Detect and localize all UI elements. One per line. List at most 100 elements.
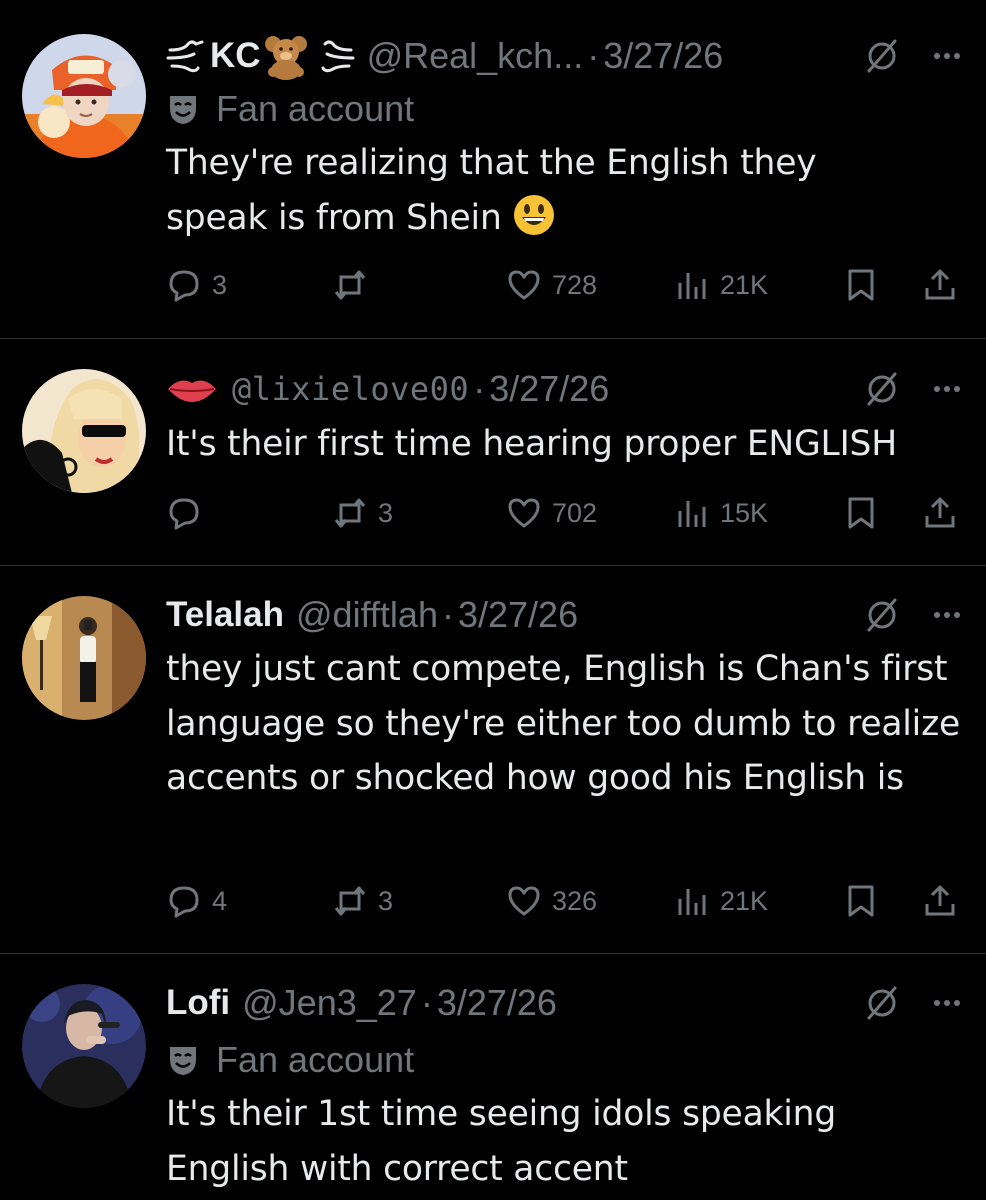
fan-account-label: Fan account xyxy=(216,1039,415,1080)
avatar-kc[interactable] xyxy=(22,34,146,158)
tweet-header: @lixielove00 · 3/27/26 xyxy=(166,365,964,413)
date[interactable]: 3/27/26 xyxy=(458,594,578,636)
tweet-kc[interactable]: KC @Real_kch... · 3/27/26 Fan account Th… xyxy=(0,0,986,338)
repost-button[interactable]: 3 xyxy=(332,879,393,923)
views-button[interactable]: 21K xyxy=(674,263,768,307)
reply-icon xyxy=(169,498,199,530)
bookmark-button[interactable] xyxy=(843,879,879,923)
repost-icon xyxy=(334,270,366,300)
date[interactable]: 3/27/26 xyxy=(437,982,557,1024)
view-count: 21K xyxy=(720,269,769,300)
tweet-header: Lofi @Jen3_27 · 3/27/26 xyxy=(166,979,964,1027)
views-icon xyxy=(678,889,706,915)
like-icon xyxy=(508,498,540,528)
teddy-bear-emoji-icon xyxy=(264,36,307,80)
avatar-image xyxy=(22,984,146,1108)
like-button[interactable]: 702 xyxy=(506,491,597,535)
tweet-header: Telalah @difftlah · 3/27/26 xyxy=(166,591,964,639)
reply-button[interactable]: 3 xyxy=(166,263,227,307)
tweet-text: It's their 1st time seeing idols speakin… xyxy=(166,1094,837,1189)
display-name[interactable]: Lofi xyxy=(166,983,230,1023)
like-button[interactable]: 728 xyxy=(506,263,597,307)
display-name[interactable]: KC xyxy=(210,36,261,76)
separator-dot: · xyxy=(420,982,433,1023)
avatar-image xyxy=(22,34,146,158)
grok-icon[interactable] xyxy=(864,985,900,1021)
handle[interactable]: @difftlah xyxy=(296,594,438,636)
like-count: 702 xyxy=(552,497,598,528)
fan-mask-icon xyxy=(170,96,196,124)
tweet-telalah[interactable]: Telalah @difftlah · 3/27/26 they just ca… xyxy=(0,565,986,953)
action-bar: 3 702 15K xyxy=(166,491,964,535)
share-button[interactable] xyxy=(922,491,958,535)
fan-account-badge: Fan account xyxy=(166,1037,414,1083)
avatar-image xyxy=(22,369,146,493)
action-bar: 3 728 21K xyxy=(166,263,964,307)
reply-icon xyxy=(169,270,199,302)
tweet-lofi[interactable]: Lofi @Jen3_27 · 3/27/26 Fan account It's… xyxy=(0,953,986,1200)
reply-button[interactable]: 4 xyxy=(166,879,227,923)
bookmark-button[interactable] xyxy=(843,491,879,535)
share-icon xyxy=(925,885,955,916)
share-button[interactable] xyxy=(922,879,958,923)
bookmark-icon xyxy=(848,269,874,301)
share-icon xyxy=(925,269,955,300)
fan-account-badge: Fan account xyxy=(166,86,414,132)
reply-icon xyxy=(169,886,199,918)
fan-mask-icon xyxy=(170,1047,196,1075)
more-icon[interactable] xyxy=(930,986,964,1020)
display-name[interactable]: Telalah xyxy=(166,595,284,635)
like-icon xyxy=(508,270,540,300)
separator-dot: · xyxy=(441,594,454,635)
repost-button[interactable]: 3 xyxy=(332,491,393,535)
avatar-telalah[interactable] xyxy=(22,596,146,720)
smiley-emoji-icon xyxy=(513,194,554,235)
views-button[interactable]: 15K xyxy=(674,491,768,535)
repost-count: 3 xyxy=(378,497,394,528)
fan-account-label: Fan account xyxy=(216,88,415,129)
bookmark-icon xyxy=(848,885,874,917)
wind-emoji-icon xyxy=(166,40,204,73)
view-count: 15K xyxy=(720,497,769,528)
like-count: 728 xyxy=(552,269,598,300)
grok-icon[interactable] xyxy=(864,371,900,407)
like-count: 326 xyxy=(552,885,598,916)
share-button[interactable] xyxy=(922,263,958,307)
separator-dot: · xyxy=(473,368,486,409)
grok-icon[interactable] xyxy=(864,38,900,74)
separator-dot: · xyxy=(587,35,600,76)
share-icon xyxy=(925,497,955,528)
view-count: 21K xyxy=(720,885,769,916)
tweet-lixielove[interactable]: @lixielove00 · 3/27/26 It's their first … xyxy=(0,338,986,565)
like-icon xyxy=(508,886,540,916)
grok-icon[interactable] xyxy=(864,597,900,633)
avatar-lixielove[interactable] xyxy=(22,369,146,493)
repost-count: 3 xyxy=(378,885,394,916)
tweet-body: They're realizing that the English they … xyxy=(166,143,817,238)
reply-button[interactable] xyxy=(166,491,202,535)
handle[interactable]: @Jen3_27 xyxy=(242,982,417,1024)
timeline-feed: KC @Real_kch... · 3/27/26 Fan account Th… xyxy=(0,0,986,1200)
views-icon xyxy=(678,501,706,527)
bookmark-icon xyxy=(848,497,874,529)
date[interactable]: 3/27/26 xyxy=(603,35,723,77)
handle[interactable]: @Real_kch... xyxy=(367,35,584,77)
wind-emoji-icon-right xyxy=(321,40,355,73)
more-icon[interactable] xyxy=(930,39,964,73)
action-bar: 4 3 326 21K xyxy=(166,879,964,923)
repost-icon xyxy=(334,498,366,528)
more-icon[interactable] xyxy=(930,372,964,406)
tweet-text: they just cant compete, English is Chan'… xyxy=(166,649,961,798)
tweet-text: It's their first time hearing proper ENG… xyxy=(166,424,897,464)
lips-emoji-icon xyxy=(168,380,216,402)
like-button[interactable]: 326 xyxy=(506,879,597,923)
avatar-lofi[interactable] xyxy=(22,984,146,1108)
avatar-image xyxy=(22,596,146,720)
more-icon[interactable] xyxy=(930,598,964,632)
date[interactable]: 3/27/26 xyxy=(489,368,609,410)
reply-count: 4 xyxy=(212,885,228,916)
views-button[interactable]: 21K xyxy=(674,879,768,923)
bookmark-button[interactable] xyxy=(843,263,879,307)
repost-button[interactable] xyxy=(332,263,368,307)
handle[interactable]: @lixielove00 xyxy=(232,370,469,408)
